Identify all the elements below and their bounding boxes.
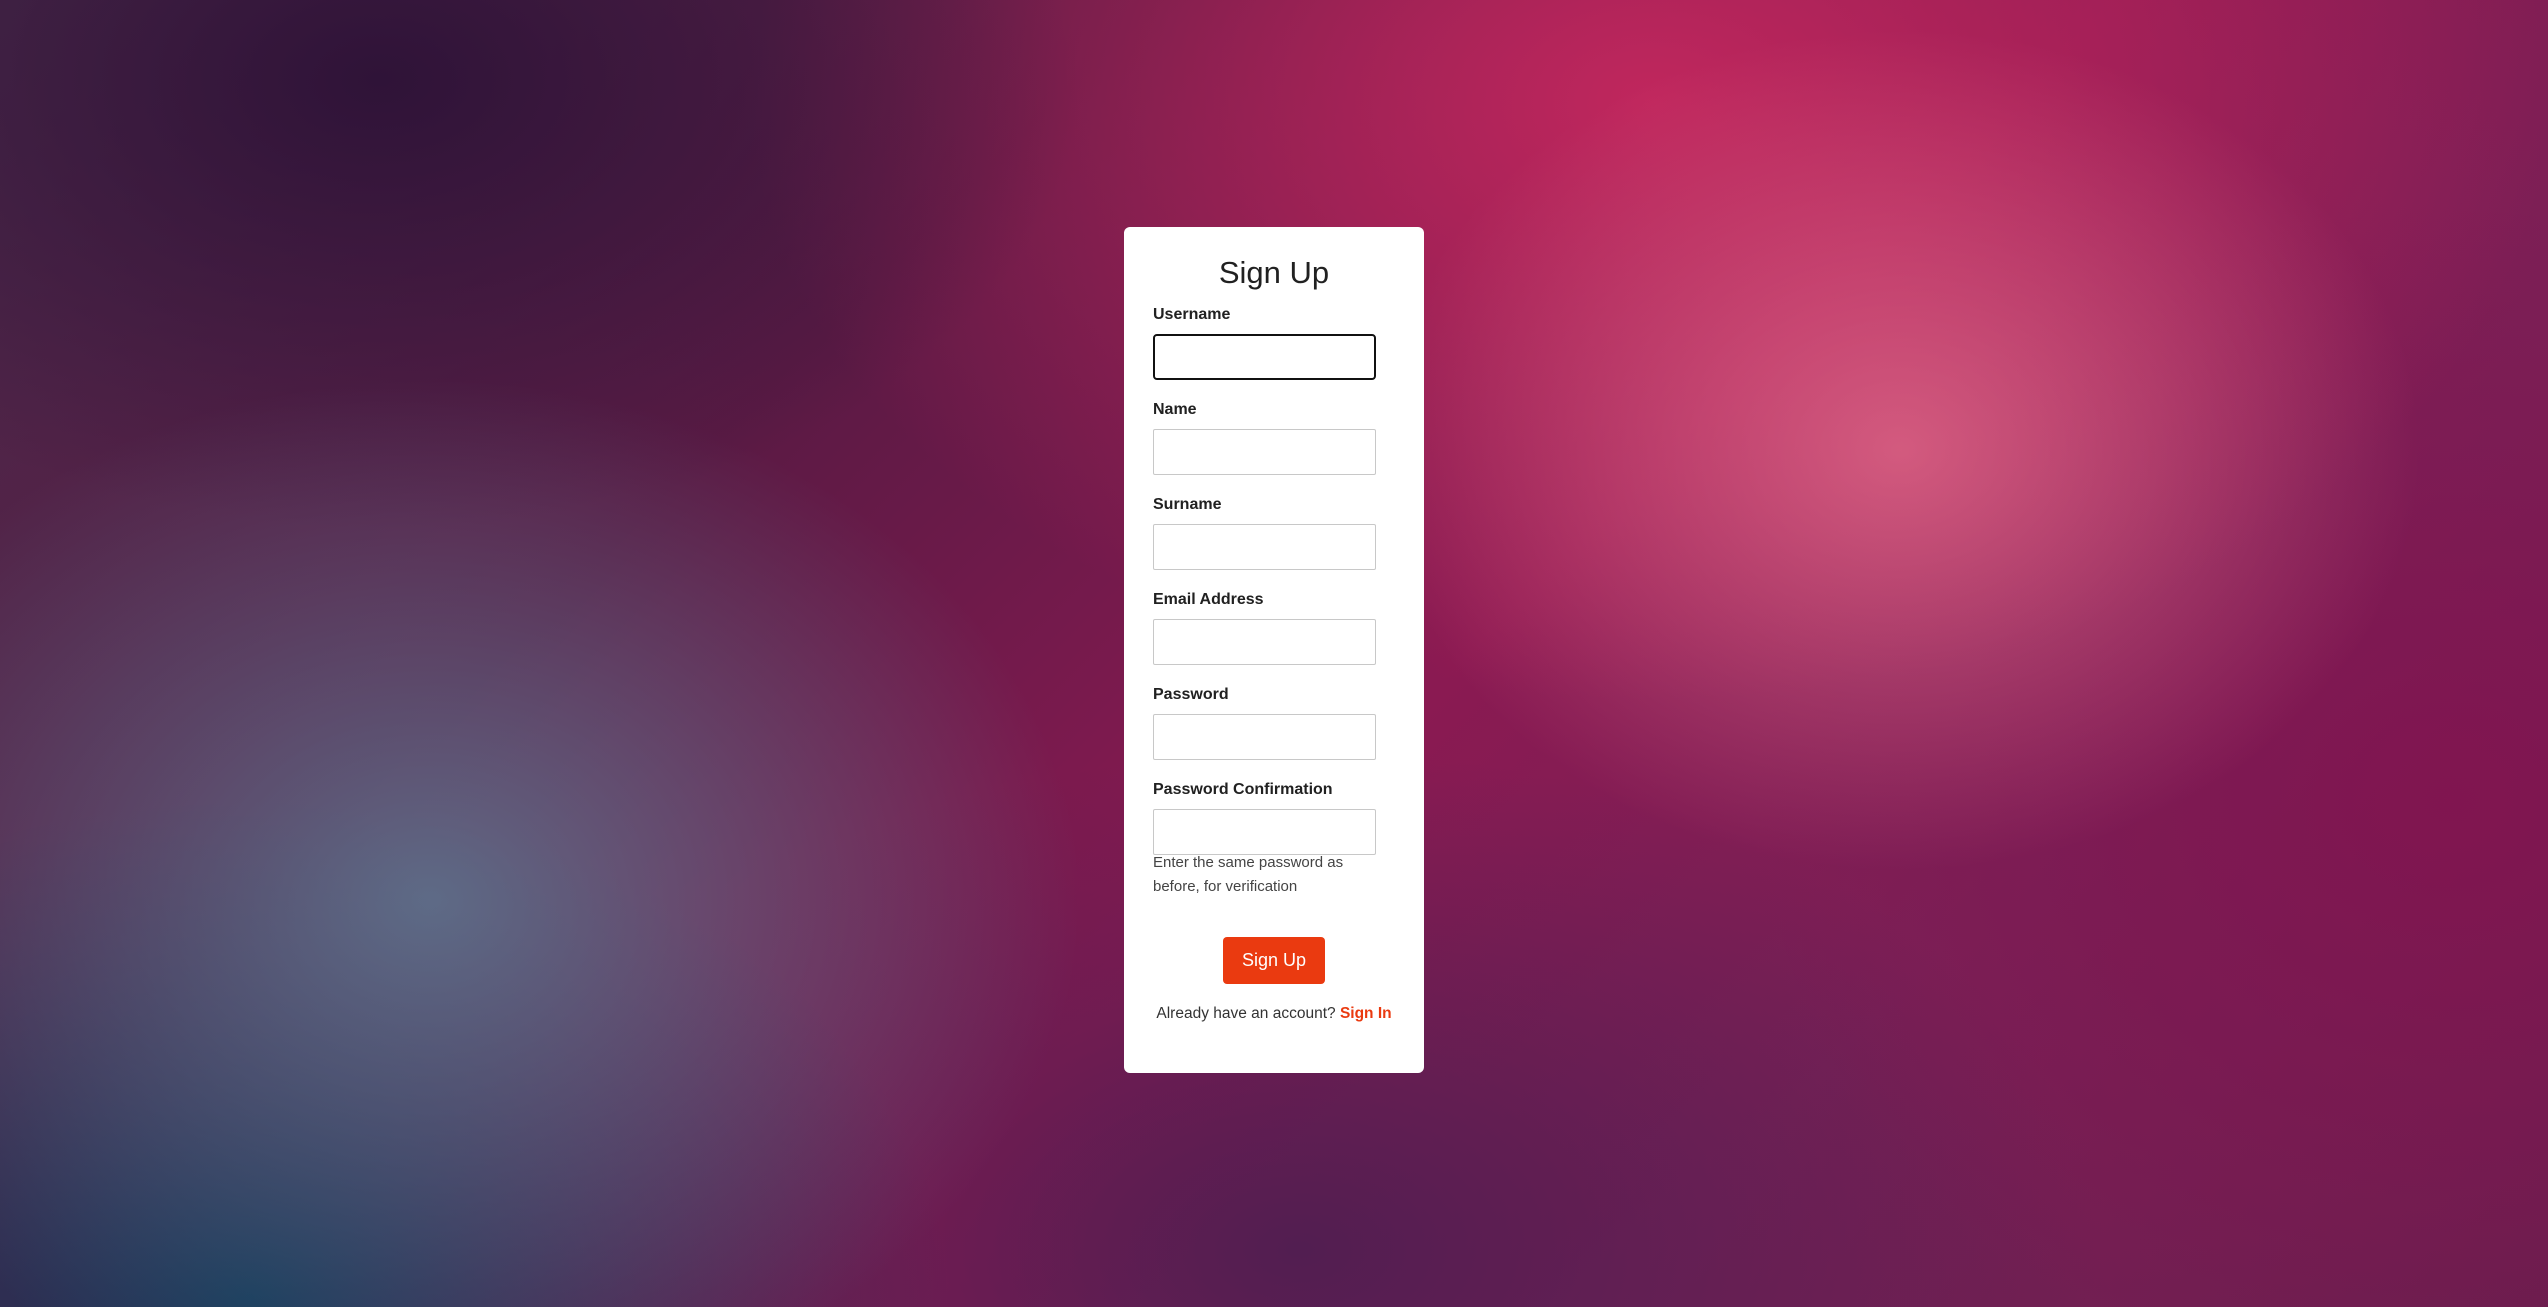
- name-field-group: Name: [1153, 400, 1377, 475]
- username-field-group: Username: [1153, 305, 1377, 380]
- password-confirmation-field-group: Password Confirmation: [1153, 780, 1377, 855]
- email-label: Email Address: [1153, 591, 1264, 608]
- signup-card: Sign Up Username Name Surname Email Addr…: [1124, 227, 1424, 1073]
- sign-in-link[interactable]: Sign In: [1340, 1005, 1392, 1022]
- email-field-group: Email Address: [1153, 590, 1377, 665]
- sign-up-button[interactable]: Sign Up: [1223, 937, 1325, 984]
- name-input[interactable]: [1153, 429, 1376, 475]
- surname-label: Surname: [1153, 496, 1222, 513]
- signin-prompt-text: Already have an account?: [1156, 1005, 1336, 1022]
- username-input[interactable]: [1153, 334, 1376, 380]
- password-confirmation-help-text: Enter the same password as before, for v…: [1153, 854, 1344, 895]
- username-label: Username: [1153, 306, 1231, 323]
- password-input[interactable]: [1153, 714, 1376, 760]
- password-confirmation-label: Password Confirmation: [1153, 781, 1333, 798]
- surname-input[interactable]: [1153, 524, 1376, 570]
- surname-field-group: Surname: [1153, 495, 1377, 570]
- email-input[interactable]: [1153, 619, 1376, 665]
- page-title: Sign Up: [1218, 255, 1330, 290]
- name-label: Name: [1153, 401, 1197, 418]
- signin-prompt-row: Already have an account? Sign In: [1124, 1005, 1424, 1023]
- password-confirmation-input[interactable]: [1153, 809, 1376, 855]
- password-field-group: Password: [1153, 685, 1377, 760]
- password-label: Password: [1153, 686, 1229, 703]
